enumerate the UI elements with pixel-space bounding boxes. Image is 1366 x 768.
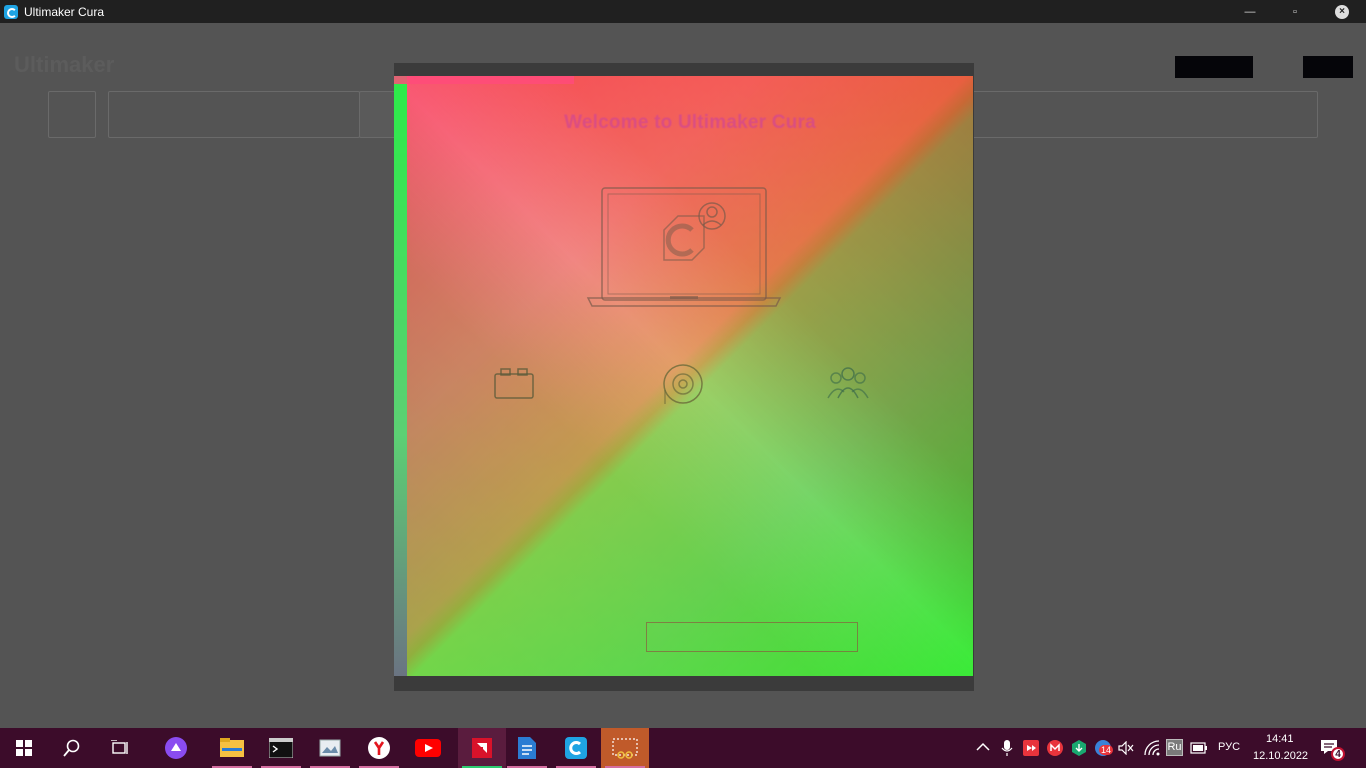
photos-icon [319, 739, 341, 757]
youtube-icon [415, 739, 441, 757]
clock-date[interactable]: 12.10.2022 [1253, 750, 1308, 762]
updates-tray-icon[interactable]: 14 [1095, 740, 1114, 756]
keyboard-layout-indicator[interactable]: Ru [1166, 739, 1183, 756]
marketplace-plugin-icon [494, 368, 534, 399]
microphone-icon[interactable] [1001, 740, 1013, 756]
close-icon: × [1335, 4, 1349, 19]
youtube-button[interactable] [404, 728, 452, 768]
background-logo: Ultimaker [14, 52, 115, 77]
notification-count-badge: 4 [1331, 747, 1345, 761]
amd-software-button[interactable] [458, 728, 506, 768]
close-button[interactable]: × [1322, 0, 1362, 23]
header-button-account [1303, 56, 1353, 78]
start-button[interactable] [0, 728, 48, 768]
laptop-account-icon [586, 187, 782, 307]
file-explorer-button[interactable] [208, 728, 256, 768]
yandex-browser-button[interactable] [355, 728, 403, 768]
search-icon [63, 739, 80, 757]
get-started-button[interactable] [646, 622, 858, 652]
notepad-button[interactable] [503, 728, 551, 768]
alice-assistant-button[interactable] [152, 728, 200, 768]
welcome-title: Welcome to Ultimaker Cura [564, 112, 816, 133]
cura-app-icon [4, 4, 18, 19]
terminal-button[interactable] [257, 728, 305, 768]
snipping-tool-icon [612, 738, 638, 759]
file-explorer-icon [220, 738, 244, 757]
search-button[interactable] [48, 728, 96, 768]
amd-icon [472, 738, 492, 758]
taskbar [0, 728, 1366, 768]
printer-selector-icon-box [48, 91, 96, 138]
download-tray-icon[interactable] [1071, 740, 1087, 756]
snipping-tool-button[interactable] [601, 728, 649, 768]
battery-icon[interactable] [1190, 742, 1208, 754]
material-selector [359, 91, 399, 138]
cura-icon [565, 737, 587, 759]
help-support-icon [663, 364, 703, 404]
window-titlebar: Ultimaker Cura — ▫ × [0, 0, 1366, 23]
print-settings-panel [972, 91, 1318, 138]
dialog-top-artifact [394, 76, 574, 84]
volume-muted-icon[interactable] [1118, 741, 1134, 755]
header-button-marketplace [1175, 56, 1253, 78]
notepad-icon [518, 737, 536, 759]
alice-icon [165, 737, 187, 759]
task-view-button[interactable] [96, 728, 144, 768]
window-title: Ultimaker Cura [24, 4, 105, 19]
dialog-edge-artifact [394, 76, 407, 676]
minimize-button[interactable]: — [1230, 0, 1270, 23]
yandex-browser-icon [368, 737, 390, 759]
recorder-tray-icon[interactable] [1023, 740, 1039, 756]
mail-tray-icon[interactable] [1047, 740, 1063, 756]
updates-badge: 14 [1099, 745, 1114, 755]
windows-start-icon [16, 740, 32, 756]
language-indicator[interactable]: РУС [1218, 741, 1240, 753]
cura-taskbar-button[interactable] [552, 728, 600, 768]
notification-center-button[interactable]: 4 [1320, 739, 1346, 761]
community-icon [827, 367, 869, 399]
wifi-icon[interactable] [1144, 740, 1160, 756]
printer-selector [108, 91, 360, 138]
terminal-icon [269, 738, 293, 758]
show-hidden-icons-chevron-icon[interactable] [976, 742, 990, 752]
photos-button[interactable] [306, 728, 354, 768]
clock-time[interactable]: 14:41 [1266, 733, 1294, 745]
task-view-icon [111, 740, 128, 754]
restore-button[interactable]: ▫ [1275, 0, 1315, 23]
